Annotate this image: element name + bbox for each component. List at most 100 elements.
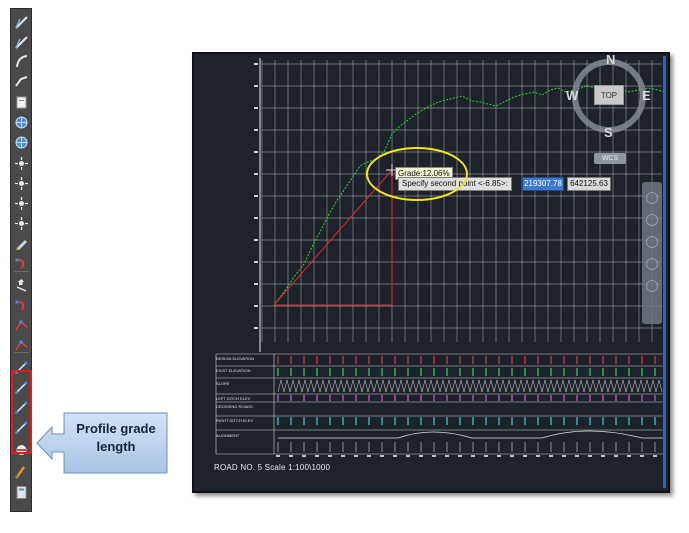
wcs-menu[interactable]: WCS xyxy=(594,153,626,164)
row-label-design-elevation: DESIGN ELEVATION xyxy=(216,356,255,361)
viewcube-south[interactable]: S xyxy=(604,125,613,140)
station-label xyxy=(523,455,527,457)
elevation-tick-label xyxy=(254,327,258,329)
toolbar-button-polyline-tool-3[interactable] xyxy=(14,74,29,89)
elevation-tick-label xyxy=(254,305,258,307)
station-label xyxy=(393,455,397,457)
station-label xyxy=(575,455,579,457)
toolbar-button-point-tool-7[interactable] xyxy=(14,156,29,171)
row-label-left-ditch: LEFT DITCH ELEV xyxy=(216,396,251,401)
elevation-tick-label xyxy=(254,195,258,197)
toolbar-button-move-tool-13[interactable] xyxy=(14,278,29,293)
elevation-tick-label xyxy=(254,283,258,285)
grade-highlight-ellipse xyxy=(366,147,468,201)
point-tool-icon xyxy=(15,177,28,190)
profile-grade-tools-highlight xyxy=(11,370,32,454)
coordinate-x-input[interactable]: 219307.78 xyxy=(522,177,564,191)
polyline-tool-icon xyxy=(15,76,28,87)
row-label-right-ditch: RIGHT DITCH ELEV xyxy=(216,418,254,423)
row-label-slope: SLOPE xyxy=(216,381,230,386)
elevation-tick-label xyxy=(254,239,258,241)
elevation-tick-label xyxy=(254,107,258,109)
station-label xyxy=(510,455,514,457)
toolbar-button-curve-tool-12[interactable] xyxy=(14,256,29,271)
station-label xyxy=(315,455,319,457)
station-label xyxy=(328,455,332,457)
elevation-tick-label xyxy=(254,173,258,175)
zoom-icon[interactable] xyxy=(646,214,658,226)
elevation-tick-label xyxy=(254,85,258,87)
toolbar-button-arc-tool-2[interactable] xyxy=(14,54,29,69)
vertical-scrollbar[interactable] xyxy=(663,56,666,488)
point-tool-icon xyxy=(15,157,28,170)
slope-hatching xyxy=(277,379,663,393)
toolbar-button-node-tool-16[interactable] xyxy=(14,338,29,353)
station-label xyxy=(640,455,644,457)
station-label xyxy=(445,455,449,457)
navigation-bar[interactable] xyxy=(642,182,662,324)
station-label xyxy=(432,455,436,457)
toolbar-button-line-tool-1[interactable] xyxy=(14,35,29,50)
station-label xyxy=(484,455,488,457)
station-label xyxy=(458,455,462,457)
toolbar-button-line-tool-0[interactable] xyxy=(14,15,29,30)
station-label xyxy=(614,455,618,457)
node-tool-icon xyxy=(15,340,28,351)
grade-triangle xyxy=(273,168,393,306)
station-label xyxy=(497,455,501,457)
viewcube-north[interactable]: N xyxy=(606,52,615,67)
station-label xyxy=(549,455,553,457)
toolbar-button-curve-tool-14[interactable] xyxy=(14,298,29,313)
viewcube-east[interactable]: E xyxy=(642,88,651,103)
globe-icon xyxy=(15,136,28,149)
calculator-icon xyxy=(16,486,27,499)
curve-tool-icon xyxy=(15,258,25,269)
station-label xyxy=(601,455,605,457)
globe-icon xyxy=(15,116,28,129)
station-label xyxy=(536,455,540,457)
move-tool-icon xyxy=(16,279,27,292)
toolbar-button-globe-5[interactable] xyxy=(14,115,29,130)
toolbar-button-calculator-23[interactable] xyxy=(14,485,29,500)
line-tool-icon xyxy=(15,36,28,49)
brush-icon xyxy=(15,466,26,479)
showmotion-icon[interactable] xyxy=(646,258,658,270)
elevation-tick-label xyxy=(254,129,258,131)
station-label xyxy=(380,455,384,457)
station-label xyxy=(653,455,657,457)
elevation-tick-label xyxy=(254,217,258,219)
station-label xyxy=(562,455,566,457)
station-label xyxy=(341,455,345,457)
station-label xyxy=(471,455,475,457)
toolbar-button-point-tool-10[interactable] xyxy=(14,216,29,231)
toolbar-button-point-tool-8[interactable] xyxy=(14,176,29,191)
viewcube-top-face[interactable]: TOP xyxy=(594,85,624,105)
station-label xyxy=(367,455,371,457)
toolbar-separator xyxy=(14,271,29,272)
viewcube-west[interactable]: W xyxy=(566,88,578,103)
toolbar-button-point-tool-9[interactable] xyxy=(14,196,29,211)
station-label xyxy=(627,455,631,457)
toolbar-button-document-4[interactable] xyxy=(14,95,29,110)
drawing-caption: ROAD NO. 5 Scale 1:100\1000 xyxy=(214,463,331,472)
coordinate-y-input[interactable]: 642125.63 xyxy=(567,177,611,191)
steering-wheel-icon[interactable] xyxy=(646,280,658,292)
toolbar-button-pen-tool-11[interactable] xyxy=(14,236,29,251)
toolbar-separator xyxy=(14,352,29,353)
curve-tool-icon xyxy=(15,300,25,311)
pan-icon[interactable] xyxy=(646,192,658,204)
toolbar-button-brush-22[interactable] xyxy=(14,464,29,479)
toolbar-button-globe-6[interactable] xyxy=(14,135,29,150)
toolbar-button-node-tool-15[interactable] xyxy=(14,318,29,333)
orbit-icon[interactable] xyxy=(646,236,658,248)
line-tool-icon xyxy=(15,16,28,29)
station-label xyxy=(289,455,293,457)
document-icon xyxy=(16,96,27,109)
callout-label: Profile grade length xyxy=(76,421,156,454)
station-label xyxy=(406,455,410,457)
node-tool-icon xyxy=(15,320,28,331)
station-label xyxy=(276,455,280,457)
point-tool-icon xyxy=(15,217,28,230)
alignment-curve xyxy=(278,430,666,439)
point-tool-icon xyxy=(15,197,28,210)
